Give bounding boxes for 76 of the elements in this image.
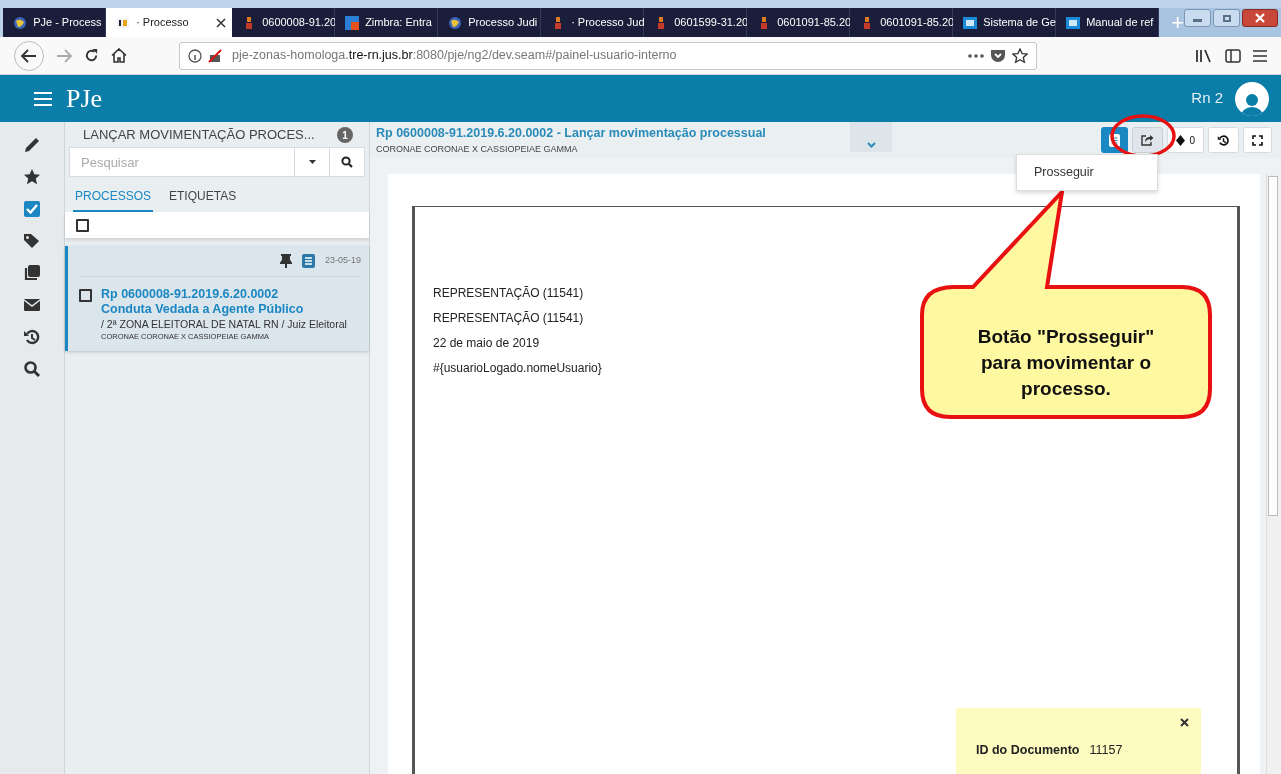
chevron-down-icon (866, 142, 876, 148)
process-location: / 2ª ZONA ELEITORAL DE NATAL RN / Juiz Eleitoral (101, 317, 347, 331)
restore-button[interactable] (1213, 9, 1240, 27)
info-icon (188, 48, 202, 63)
minimize-button[interactable] (1184, 9, 1211, 27)
bookmark-star-icon[interactable] (1012, 47, 1028, 64)
address-bar[interactable]: pje-zonas-homologa.tre-rn.jus.br:8080/pje/ng2/dev.seam#/painel-usuario-interno (179, 41, 1037, 70)
copy-icon[interactable] (23, 264, 41, 282)
history-icon[interactable] (23, 328, 41, 346)
favicon-icon (13, 15, 28, 30)
back-arrow-icon (21, 48, 37, 63)
tag-icon (1176, 134, 1186, 146)
info-value: 11157 (1089, 742, 1123, 759)
favicon-icon (448, 15, 463, 30)
count-badge: 1 (337, 127, 353, 143)
fullscreen-button[interactable] (1243, 127, 1272, 153)
favicon-icon (345, 15, 360, 30)
document-text: #{usuarioLogado.nomeUsuario} (433, 360, 602, 376)
close-icon[interactable] (1180, 718, 1189, 727)
insecure-lock-icon (208, 48, 222, 63)
process-subject: Conduta Vedada a Agente Público (101, 302, 305, 317)
share-arrow-icon (1141, 134, 1155, 146)
document-text: REPRESENTAÇÃO (11541) (433, 285, 584, 301)
process-title: Rp 0600008-91.2019.6.20.0002 - Lançar movimentação processual (376, 125, 767, 142)
date-text: 23-05-19 (324, 254, 361, 268)
user-avatar[interactable] (1235, 81, 1269, 116)
close-icon (1255, 13, 1265, 23)
library-icon[interactable] (1195, 48, 1213, 63)
select-all-checkbox[interactable] (76, 218, 89, 232)
star-icon[interactable] (23, 168, 41, 186)
checkbox[interactable] (79, 289, 92, 302)
pencil-icon[interactable] (23, 136, 41, 154)
panel-tab[interactable]: ETIQUETAS (167, 187, 239, 212)
pocket-icon[interactable] (990, 48, 1006, 63)
checkbox-icon[interactable] (23, 200, 41, 218)
expand-icon (1252, 134, 1263, 146)
search-icon (341, 156, 353, 168)
favicon-icon (116, 15, 131, 30)
forward-button[interactable] (1132, 127, 1164, 153)
callout-text: Botão "Prosseguir" para movimentar o processo. (976, 325, 1156, 401)
history-button[interactable] (1208, 127, 1239, 153)
search-button[interactable] (329, 147, 365, 177)
parties-text: CORONAE CORONAE X CASSIOPEIAE GAMMA (376, 142, 579, 156)
pin-icon[interactable] (279, 254, 292, 268)
more-actions-icon[interactable] (968, 53, 984, 58)
task-title: LANÇAR MOVIMENTAÇÃO PROCES... (83, 126, 315, 145)
scrollbar[interactable] (1266, 174, 1278, 774)
tags-button[interactable]: 0 (1167, 127, 1204, 153)
user-name: Rn 2 (1191, 88, 1223, 109)
home-icon[interactable] (111, 48, 127, 63)
url-text: pje-zonas-homologa.tre-rn.jus.br:8080/pje/ng2/dev.seam#/painel-usuario-interno (232, 47, 677, 65)
info-label: ID do Documento (976, 742, 1080, 759)
close-tab-icon[interactable] (216, 17, 227, 28)
browser-tab[interactable]: Sistema de Ge (953, 8, 1057, 37)
reload-icon[interactable] (84, 48, 99, 63)
document-icon (1109, 133, 1121, 147)
tags-icon[interactable] (23, 232, 41, 250)
search-field[interactable]: Pesquisar (69, 147, 295, 177)
document-text: 22 de maio de 2019 (433, 335, 540, 351)
search-icon[interactable] (23, 360, 41, 378)
menu-item[interactable]: Prosseguir (1017, 162, 1157, 183)
history-icon (1217, 133, 1230, 147)
browser-tab[interactable]: · Processo (106, 8, 233, 37)
document-text: REPRESENTAÇÃO (11541) (433, 310, 584, 326)
sidebar-toggle-icon[interactable] (1225, 48, 1241, 63)
close-button[interactable] (1242, 9, 1278, 27)
browser-tab[interactable]: 0601091-85.20 (850, 8, 954, 37)
browser-tab[interactable]: Zimbra: Entra (335, 8, 439, 37)
document-icon[interactable] (301, 254, 315, 268)
favicon-icon (963, 15, 978, 30)
envelope-icon[interactable] (23, 296, 41, 314)
browser-tab[interactable]: 0601091-85.20 (747, 8, 851, 37)
app-logo: PJe (66, 85, 103, 112)
caret-icon (308, 160, 316, 164)
favicon-icon (1066, 15, 1081, 30)
menu-icon[interactable] (1253, 49, 1267, 62)
